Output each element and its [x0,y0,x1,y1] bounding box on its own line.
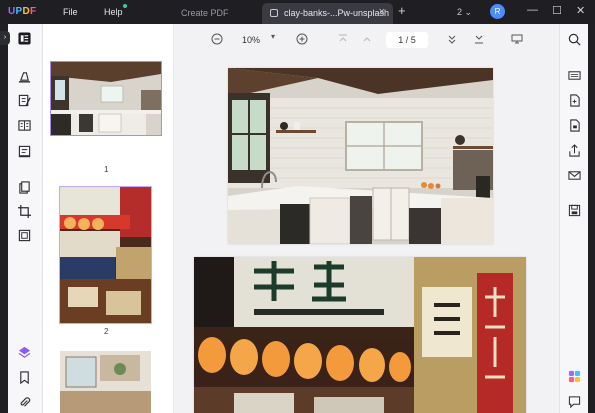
compress-icon[interactable] [18,229,31,242]
form-icon[interactable] [18,145,31,158]
minimize-button[interactable]: — [527,4,538,16]
page-indicator[interactable]: 1 / 5 [386,32,428,48]
logo-letter-u: U [8,6,16,17]
document-tab-icon [270,9,278,17]
thumbnail-page-number: 2 [104,327,109,336]
organize-pages-icon[interactable] [18,181,31,194]
right-tool-rail [559,24,588,413]
zoom-in-icon[interactable] [296,33,308,45]
kitchen-photo-thumbnail [51,62,161,135]
next-page-icon[interactable] [446,33,458,45]
convert-icon[interactable] [568,94,581,107]
logo-letter-d: D [22,6,31,17]
document-viewer[interactable]: 10% ▾ 1 / 5 [174,24,559,413]
page-2 [194,257,526,413]
share-icon[interactable] [568,144,581,157]
tab-count-dropdown[interactable]: 2 ⌄ [457,7,472,18]
thumbnail-panel: 1 2 [43,24,174,413]
tab-document-title: clay-banks-...Pw-unsplash [284,8,390,18]
tab-close-button[interactable]: × [379,6,385,18]
presentation-icon[interactable] [511,33,523,45]
new-tab-button[interactable]: + [398,3,406,18]
updf-ai-icon[interactable] [568,370,581,383]
logo-letter-p: P [15,6,23,17]
attachment-icon[interactable] [18,396,31,409]
zoom-dropdown-icon[interactable]: ▾ [271,32,275,41]
crop-icon[interactable] [18,205,31,218]
layers-icon[interactable] [18,346,31,359]
viewer-toolbar: 10% ▾ 1 / 5 [174,24,559,56]
page-separator: / [405,35,409,45]
zoom-out-icon[interactable] [211,33,223,45]
title-bar: UPDF File Help Create PDF clay-banks-...… [0,0,595,24]
tab-create-pdf[interactable]: Create PDF [181,8,229,18]
save-icon[interactable] [568,204,581,217]
close-window-button[interactable]: ✕ [576,4,585,17]
protect-icon[interactable] [568,119,581,132]
logo-letter-f: F [30,6,37,17]
thumbnail-page-number: 1 [104,165,109,174]
menu-help[interactable]: Help [104,7,123,17]
page-thumbnail-1[interactable] [50,61,162,136]
total-pages: 5 [410,35,416,45]
collapse-panel-icon[interactable]: › [0,31,10,45]
chevron-down-icon: ⌄ [464,7,473,17]
tab-count-value: 2 [457,7,463,17]
user-avatar[interactable]: R [490,4,505,19]
lantern-street-photo-thumbnail [60,187,151,323]
comment-icon[interactable] [568,395,581,408]
menu-file[interactable]: File [63,7,78,17]
interior-photo-thumbnail [60,351,151,413]
page-thumbnail-3[interactable] [60,351,151,413]
zoom-level[interactable]: 10% [242,35,260,45]
reader-mode-icon[interactable] [18,119,31,132]
current-page: 1 [398,35,404,45]
lantern-street-photo [194,257,526,413]
search-icon[interactable] [568,33,581,46]
kitchen-photo [228,68,493,244]
previous-page-icon[interactable] [361,33,373,45]
highlight-icon[interactable] [18,70,31,83]
thumbnails-icon[interactable] [18,32,31,45]
help-notification-dot [123,4,127,8]
page-thumbnail-2[interactable] [59,186,152,324]
page-1 [228,68,493,244]
left-tool-rail: › [0,24,43,413]
tab-document[interactable]: clay-banks-...Pw-unsplash × [262,3,393,24]
maximize-button[interactable]: ☐ [552,4,562,17]
edit-pdf-icon[interactable] [18,94,31,107]
email-icon[interactable] [568,169,581,182]
last-page-icon[interactable] [473,33,485,45]
app-area: › 1 2 10% ▾ 1 / 5 [0,24,588,413]
bookmark-icon[interactable] [18,371,31,384]
updf-logo[interactable]: UPDF [8,6,36,17]
ocr-icon[interactable] [568,69,581,82]
first-page-icon[interactable] [337,33,349,45]
